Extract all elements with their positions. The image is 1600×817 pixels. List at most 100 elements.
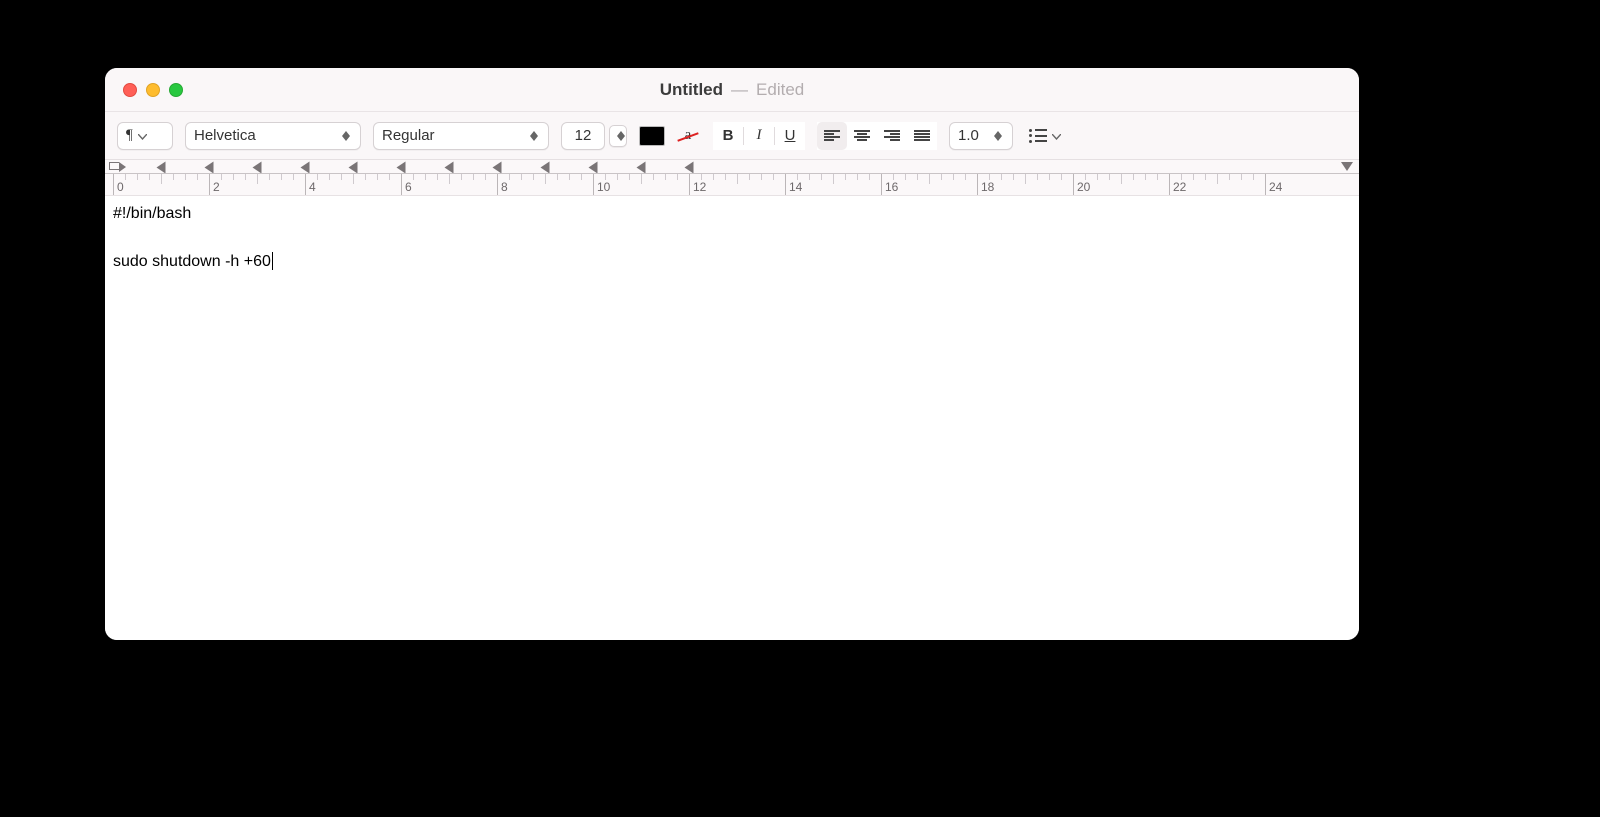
tab-stop-marker[interactable] bbox=[157, 162, 166, 174]
tab-stop-marker[interactable] bbox=[445, 162, 454, 174]
ruler-minor-tick bbox=[1061, 174, 1062, 180]
align-right-button[interactable] bbox=[877, 122, 907, 150]
edited-status: Edited bbox=[756, 80, 804, 100]
bold-button[interactable]: B bbox=[713, 122, 743, 150]
ruler-minor-tick bbox=[773, 174, 774, 180]
ruler-minor-tick bbox=[665, 174, 666, 180]
paragraph-style-menu[interactable]: ¶ bbox=[117, 122, 173, 150]
ruler-major-tick bbox=[1265, 174, 1266, 196]
ruler-minor-tick bbox=[857, 174, 858, 180]
font-style-select[interactable]: Regular bbox=[373, 122, 549, 150]
ruler-minor-tick bbox=[1241, 174, 1242, 180]
align-center-button[interactable] bbox=[847, 122, 877, 150]
ruler-major-tick bbox=[689, 174, 690, 196]
tab-stop-marker[interactable] bbox=[205, 162, 214, 174]
ruler-minor-tick bbox=[377, 174, 378, 180]
font-size-group: 12 bbox=[561, 122, 627, 150]
align-justify-button[interactable] bbox=[907, 122, 937, 150]
underline-button[interactable]: U bbox=[775, 122, 805, 150]
ruler-major-tick bbox=[497, 174, 498, 196]
chevron-down-icon bbox=[1052, 127, 1061, 144]
chevron-down-icon bbox=[138, 127, 147, 144]
ruler-minor-tick bbox=[449, 174, 450, 184]
ruler-minor-tick bbox=[413, 174, 414, 180]
first-line-indent-marker[interactable] bbox=[109, 162, 119, 170]
line-spacing-select[interactable]: 1.0 bbox=[949, 122, 1013, 150]
ruler-minor-tick bbox=[149, 174, 150, 180]
ruler-minor-tick bbox=[1217, 174, 1218, 184]
ruler-minor-tick bbox=[125, 174, 126, 180]
format-toolbar: ¶ Helvetica Regular 12 bbox=[105, 112, 1359, 160]
ruler-minor-tick bbox=[905, 174, 906, 180]
font-family-select[interactable]: Helvetica bbox=[185, 122, 361, 150]
ruler-minor-tick bbox=[1049, 174, 1050, 180]
ruler-label: 18 bbox=[981, 180, 994, 194]
ruler-minor-tick bbox=[701, 174, 702, 180]
ruler-minor-tick bbox=[485, 174, 486, 180]
ruler-major-tick bbox=[1073, 174, 1074, 196]
font-size-value: 12 bbox=[575, 127, 592, 144]
ruler-minor-tick bbox=[617, 174, 618, 180]
align-right-icon bbox=[884, 130, 900, 142]
stepper-icon bbox=[992, 131, 1004, 141]
ruler-minor-tick bbox=[353, 174, 354, 184]
ruler-minor-tick bbox=[629, 174, 630, 180]
tab-stop-marker[interactable] bbox=[397, 162, 406, 174]
tab-stop-marker[interactable] bbox=[637, 162, 646, 174]
ruler-major-tick bbox=[209, 174, 210, 196]
ruler-minor-tick bbox=[1205, 174, 1206, 180]
ruler-label: 2 bbox=[213, 180, 220, 194]
align-left-button[interactable] bbox=[817, 122, 847, 150]
titlebar[interactable]: Untitled — Edited bbox=[105, 68, 1359, 112]
ruler-minor-tick bbox=[425, 174, 426, 180]
minimize-button[interactable] bbox=[146, 83, 160, 97]
ruler-minor-tick bbox=[1145, 174, 1146, 180]
ruler-minor-tick bbox=[1001, 174, 1002, 180]
ruler-minor-tick bbox=[161, 174, 162, 184]
tab-stop-marker[interactable] bbox=[253, 162, 262, 174]
tab-stop-marker[interactable] bbox=[685, 162, 694, 174]
ruler-label: 6 bbox=[405, 180, 412, 194]
ruler[interactable]: 024681012141618202224 bbox=[105, 160, 1359, 196]
tab-stop-marker[interactable] bbox=[589, 162, 598, 174]
ruler-minor-tick bbox=[965, 174, 966, 180]
list-style-menu[interactable] bbox=[1025, 122, 1065, 150]
ruler-minor-tick bbox=[461, 174, 462, 180]
ruler-major-tick bbox=[593, 174, 594, 196]
ruler-minor-tick bbox=[437, 174, 438, 180]
pilcrow-icon: ¶ bbox=[126, 127, 133, 144]
ruler-minor-tick bbox=[989, 174, 990, 180]
text-color-swatch[interactable] bbox=[639, 126, 665, 146]
italic-button[interactable]: I bbox=[744, 122, 774, 150]
ruler-label: 16 bbox=[885, 180, 898, 194]
document-title: Untitled bbox=[660, 80, 723, 100]
close-button[interactable] bbox=[123, 83, 137, 97]
ruler-minor-tick bbox=[737, 174, 738, 184]
ruler-minor-tick bbox=[533, 174, 534, 180]
ruler-minor-tick bbox=[185, 174, 186, 180]
highlight-color-button[interactable]: a bbox=[675, 125, 701, 147]
font-size-stepper[interactable] bbox=[609, 125, 627, 147]
ruler-minor-tick bbox=[725, 174, 726, 180]
textedit-window: Untitled — Edited ¶ Helvetica Regular bbox=[105, 68, 1359, 640]
align-center-icon bbox=[854, 130, 870, 142]
ruler-minor-tick bbox=[317, 174, 318, 180]
ruler-minor-tick bbox=[1025, 174, 1026, 184]
ruler-label: 20 bbox=[1077, 180, 1090, 194]
ruler-minor-tick bbox=[269, 174, 270, 180]
tab-stop-marker[interactable] bbox=[541, 162, 550, 174]
alignment-segment bbox=[817, 122, 937, 150]
tab-stop-marker[interactable] bbox=[349, 162, 358, 174]
tab-stop-marker[interactable] bbox=[493, 162, 502, 174]
ruler-minor-tick bbox=[365, 174, 366, 180]
document-editor[interactable]: #!/bin/bash sudo shutdown -h +60 bbox=[105, 196, 1359, 640]
font-size-field[interactable]: 12 bbox=[561, 122, 605, 150]
ruler-minor-tick bbox=[197, 174, 198, 180]
tab-stop-marker[interactable] bbox=[301, 162, 310, 174]
right-margin-marker[interactable] bbox=[1341, 162, 1353, 171]
zoom-button[interactable] bbox=[169, 83, 183, 97]
ruler-major-tick bbox=[401, 174, 402, 196]
document-line: #!/bin/bash bbox=[113, 202, 1351, 226]
document-line: sudo shutdown -h +60 bbox=[113, 250, 1351, 274]
font-family-value: Helvetica bbox=[194, 127, 256, 144]
